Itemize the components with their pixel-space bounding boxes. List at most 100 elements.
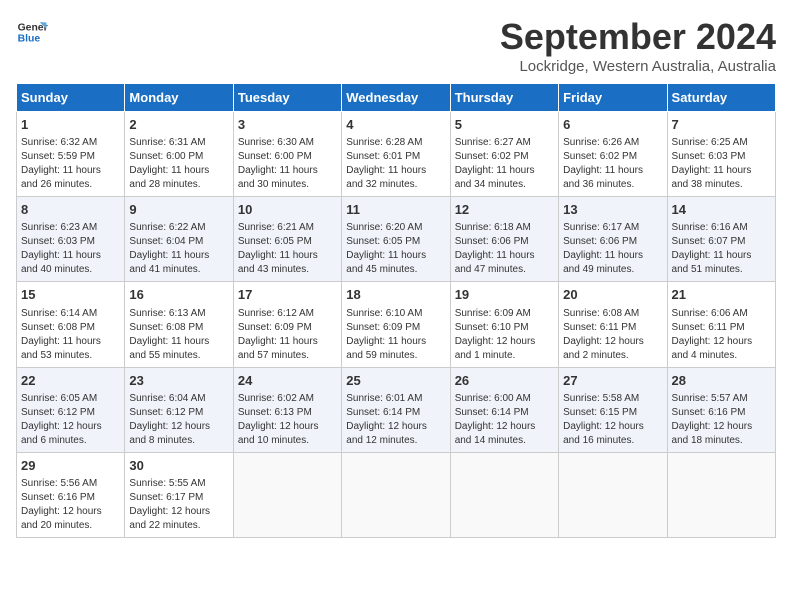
day-info: Sunrise: 6:10 AM Sunset: 6:09 PM Dayligh…: [346, 307, 445, 363]
day-number: 14: [672, 201, 771, 219]
day-info: Sunrise: 6:04 AM Sunset: 6:12 PM Dayligh…: [129, 392, 228, 448]
day-number: 4: [346, 116, 445, 134]
calendar-cell: 26 Sunrise: 6:00 AM Sunset: 6:14 PM Dayli…: [450, 367, 558, 452]
calendar-cell: 23 Sunrise: 6:04 AM Sunset: 6:12 PM Dayli…: [125, 367, 233, 452]
day-header-wednesday: Wednesday: [342, 84, 450, 112]
day-info: Sunrise: 6:21 AM Sunset: 6:05 PM Dayligh…: [238, 221, 337, 277]
calendar-cell: 9 Sunrise: 6:22 AM Sunset: 6:04 PM Daylig…: [125, 197, 233, 282]
day-header-saturday: Saturday: [667, 84, 775, 112]
day-number: 24: [238, 372, 337, 390]
day-info: Sunrise: 5:56 AM Sunset: 6:16 PM Dayligh…: [21, 477, 120, 533]
day-number: 7: [672, 116, 771, 134]
calendar-cell: 20Sunrise: 6:08 AM Sunset: 6:11 PM Dayli…: [559, 282, 667, 367]
day-number: 19: [455, 286, 554, 304]
day-info: Sunrise: 6:09 AM Sunset: 6:10 PM Dayligh…: [455, 307, 554, 363]
title-block: September 2024 Lockridge, Western Austra…: [500, 16, 776, 75]
day-info: Sunrise: 6:25 AM Sunset: 6:03 PM Dayligh…: [672, 136, 771, 192]
calendar-cell: 30 Sunrise: 5:55 AM Sunset: 6:17 PM Dayli…: [125, 452, 233, 537]
day-info: Sunrise: 6:32 AM Sunset: 5:59 PM Dayligh…: [21, 136, 120, 192]
day-number: 6: [563, 116, 662, 134]
day-info: Sunrise: 6:14 AM Sunset: 6:08 PM Dayligh…: [21, 307, 120, 363]
day-info: Sunrise: 5:58 AM Sunset: 6:15 PM Dayligh…: [563, 392, 662, 448]
day-number: 17: [238, 286, 337, 304]
day-info: Sunrise: 6:13 AM Sunset: 6:08 PM Dayligh…: [129, 307, 228, 363]
day-number: 5: [455, 116, 554, 134]
calendar-cell: 8 Sunrise: 6:23 AM Sunset: 6:03 PM Daylig…: [17, 197, 125, 282]
calendar-header-row: SundayMondayTuesdayWednesdayThursdayFrid…: [17, 84, 776, 112]
calendar-cell: 27 Sunrise: 5:58 AM Sunset: 6:15 PM Dayli…: [559, 367, 667, 452]
svg-text:Blue: Blue: [18, 34, 41, 45]
day-info: Sunrise: 6:00 AM Sunset: 6:14 PM Dayligh…: [455, 392, 554, 448]
calendar-cell: 12Sunrise: 6:18 AM Sunset: 6:06 PM Dayli…: [450, 197, 558, 282]
calendar-cell: 11 Sunrise: 6:20 AM Sunset: 6:05 PM Dayli…: [342, 197, 450, 282]
calendar-cell: [559, 452, 667, 537]
calendar-cell: 13Sunrise: 6:17 AM Sunset: 6:06 PM Dayli…: [559, 197, 667, 282]
day-number: 28: [672, 372, 771, 390]
day-number: 26: [455, 372, 554, 390]
day-number: 10: [238, 201, 337, 219]
calendar-cell: [342, 452, 450, 537]
calendar-cell: [667, 452, 775, 537]
day-number: 27: [563, 372, 662, 390]
day-number: 21: [672, 286, 771, 304]
day-header-tuesday: Tuesday: [233, 84, 341, 112]
day-number: 1: [21, 116, 120, 134]
calendar-cell: 16 Sunrise: 6:13 AM Sunset: 6:08 PM Dayli…: [125, 282, 233, 367]
day-number: 18: [346, 286, 445, 304]
calendar-cell: 3 Sunrise: 6:30 AM Sunset: 6:00 PM Daylig…: [233, 112, 341, 197]
day-number: 22: [21, 372, 120, 390]
day-info: Sunrise: 6:01 AM Sunset: 6:14 PM Dayligh…: [346, 392, 445, 448]
day-info: Sunrise: 6:30 AM Sunset: 6:00 PM Dayligh…: [238, 136, 337, 192]
day-info: Sunrise: 6:02 AM Sunset: 6:13 PM Dayligh…: [238, 392, 337, 448]
calendar-week-row: 1 Sunrise: 6:32 AM Sunset: 5:59 PM Daylig…: [17, 112, 776, 197]
calendar-week-row: 22 Sunrise: 6:05 AM Sunset: 6:12 PM Dayli…: [17, 367, 776, 452]
day-info: Sunrise: 6:27 AM Sunset: 6:02 PM Dayligh…: [455, 136, 554, 192]
day-number: 23: [129, 372, 228, 390]
calendar: SundayMondayTuesdayWednesdayThursdayFrid…: [16, 83, 776, 538]
day-number: 8: [21, 201, 120, 219]
day-info: Sunrise: 5:55 AM Sunset: 6:17 PM Dayligh…: [129, 477, 228, 533]
day-info: Sunrise: 6:26 AM Sunset: 6:02 PM Dayligh…: [563, 136, 662, 192]
calendar-cell: 29 Sunrise: 5:56 AM Sunset: 6:16 PM Dayli…: [17, 452, 125, 537]
day-info: Sunrise: 6:17 AM Sunset: 6:06 PM Dayligh…: [563, 221, 662, 277]
day-number: 15: [21, 286, 120, 304]
calendar-cell: [233, 452, 341, 537]
calendar-cell: 1 Sunrise: 6:32 AM Sunset: 5:59 PM Daylig…: [17, 112, 125, 197]
calendar-cell: 15 Sunrise: 6:14 AM Sunset: 6:08 PM Dayli…: [17, 282, 125, 367]
day-info: Sunrise: 6:12 AM Sunset: 6:09 PM Dayligh…: [238, 307, 337, 363]
day-info: Sunrise: 6:23 AM Sunset: 6:03 PM Dayligh…: [21, 221, 120, 277]
day-header-sunday: Sunday: [17, 84, 125, 112]
calendar-week-row: 15 Sunrise: 6:14 AM Sunset: 6:08 PM Dayli…: [17, 282, 776, 367]
day-number: 3: [238, 116, 337, 134]
day-info: Sunrise: 6:22 AM Sunset: 6:04 PM Dayligh…: [129, 221, 228, 277]
calendar-cell: 24 Sunrise: 6:02 AM Sunset: 6:13 PM Dayli…: [233, 367, 341, 452]
location: Lockridge, Western Australia, Australia: [500, 58, 776, 75]
page-header: General Blue September 2024 Lockridge, W…: [16, 16, 776, 75]
day-header-monday: Monday: [125, 84, 233, 112]
calendar-cell: 14Sunrise: 6:16 AM Sunset: 6:07 PM Dayli…: [667, 197, 775, 282]
day-number: 29: [21, 457, 120, 475]
day-info: Sunrise: 6:05 AM Sunset: 6:12 PM Dayligh…: [21, 392, 120, 448]
logo-icon: General Blue: [16, 16, 48, 48]
calendar-cell: 6 Sunrise: 6:26 AM Sunset: 6:02 PM Daylig…: [559, 112, 667, 197]
month-title: September 2024: [500, 16, 776, 58]
day-info: Sunrise: 6:20 AM Sunset: 6:05 PM Dayligh…: [346, 221, 445, 277]
day-info: Sunrise: 6:28 AM Sunset: 6:01 PM Dayligh…: [346, 136, 445, 192]
day-number: 9: [129, 201, 228, 219]
day-number: 16: [129, 286, 228, 304]
calendar-cell: 10 Sunrise: 6:21 AM Sunset: 6:05 PM Dayli…: [233, 197, 341, 282]
day-info: Sunrise: 5:57 AM Sunset: 6:16 PM Dayligh…: [672, 392, 771, 448]
calendar-cell: 21Sunrise: 6:06 AM Sunset: 6:11 PM Dayli…: [667, 282, 775, 367]
day-number: 30: [129, 457, 228, 475]
calendar-cell: 25Sunrise: 6:01 AM Sunset: 6:14 PM Dayli…: [342, 367, 450, 452]
calendar-cell: 28 Sunrise: 5:57 AM Sunset: 6:16 PM Dayli…: [667, 367, 775, 452]
day-number: 11: [346, 201, 445, 219]
calendar-cell: 7 Sunrise: 6:25 AM Sunset: 6:03 PM Daylig…: [667, 112, 775, 197]
day-number: 20: [563, 286, 662, 304]
calendar-cell: 4 Sunrise: 6:28 AM Sunset: 6:01 PM Daylig…: [342, 112, 450, 197]
calendar-cell: 17 Sunrise: 6:12 AM Sunset: 6:09 PM Dayli…: [233, 282, 341, 367]
calendar-week-row: 8 Sunrise: 6:23 AM Sunset: 6:03 PM Daylig…: [17, 197, 776, 282]
day-header-friday: Friday: [559, 84, 667, 112]
calendar-week-row: 29 Sunrise: 5:56 AM Sunset: 6:16 PM Dayli…: [17, 452, 776, 537]
calendar-cell: 19 Sunrise: 6:09 AM Sunset: 6:10 PM Dayli…: [450, 282, 558, 367]
